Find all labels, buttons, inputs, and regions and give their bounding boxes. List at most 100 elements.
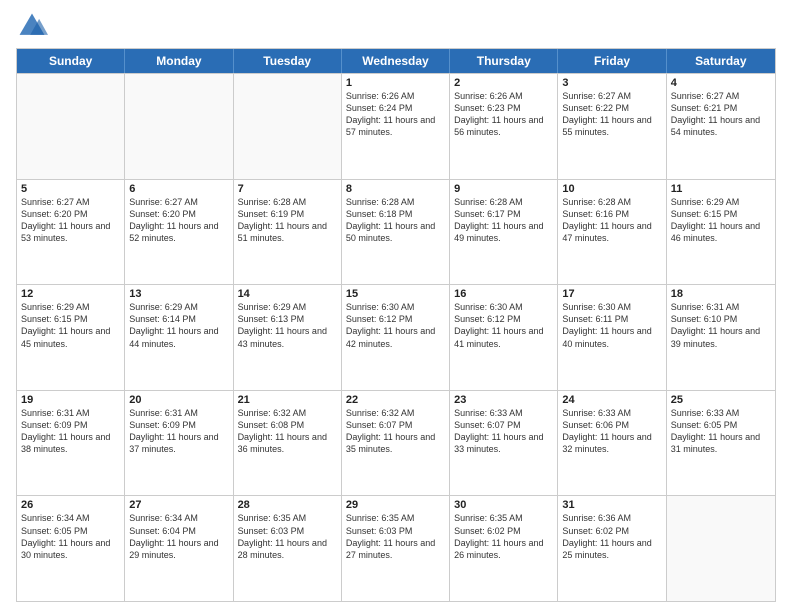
day-cell-29: 29Sunrise: 6:35 AMSunset: 6:03 PMDayligh… [342, 496, 450, 601]
day-cell-13: 13Sunrise: 6:29 AMSunset: 6:14 PMDayligh… [125, 285, 233, 390]
cell-info: Sunrise: 6:33 AMSunset: 6:06 PMDaylight:… [562, 407, 661, 456]
cell-info: Sunrise: 6:30 AMSunset: 6:12 PMDaylight:… [454, 301, 553, 350]
day-cell-15: 15Sunrise: 6:30 AMSunset: 6:12 PMDayligh… [342, 285, 450, 390]
day-number: 12 [21, 288, 120, 300]
day-number: 10 [562, 183, 661, 195]
day-cell-31: 31Sunrise: 6:36 AMSunset: 6:02 PMDayligh… [558, 496, 666, 601]
calendar-row-0: 1Sunrise: 6:26 AMSunset: 6:24 PMDaylight… [17, 73, 775, 179]
cell-info: Sunrise: 6:28 AMSunset: 6:18 PMDaylight:… [346, 196, 445, 245]
day-number: 21 [238, 394, 337, 406]
day-number: 8 [346, 183, 445, 195]
cell-info: Sunrise: 6:29 AMSunset: 6:14 PMDaylight:… [129, 301, 228, 350]
day-cell-23: 23Sunrise: 6:33 AMSunset: 6:07 PMDayligh… [450, 391, 558, 496]
cell-info: Sunrise: 6:27 AMSunset: 6:20 PMDaylight:… [129, 196, 228, 245]
cell-info: Sunrise: 6:35 AMSunset: 6:02 PMDaylight:… [454, 512, 553, 561]
day-cell-24: 24Sunrise: 6:33 AMSunset: 6:06 PMDayligh… [558, 391, 666, 496]
day-number: 15 [346, 288, 445, 300]
day-cell-19: 19Sunrise: 6:31 AMSunset: 6:09 PMDayligh… [17, 391, 125, 496]
day-cell-8: 8Sunrise: 6:28 AMSunset: 6:18 PMDaylight… [342, 180, 450, 285]
day-number: 4 [671, 77, 771, 89]
day-cell-21: 21Sunrise: 6:32 AMSunset: 6:08 PMDayligh… [234, 391, 342, 496]
day-number: 13 [129, 288, 228, 300]
calendar-body: 1Sunrise: 6:26 AMSunset: 6:24 PMDaylight… [17, 73, 775, 601]
day-cell-25: 25Sunrise: 6:33 AMSunset: 6:05 PMDayligh… [667, 391, 775, 496]
day-cell-20: 20Sunrise: 6:31 AMSunset: 6:09 PMDayligh… [125, 391, 233, 496]
day-header-thursday: Thursday [450, 49, 558, 73]
day-number: 16 [454, 288, 553, 300]
day-header-wednesday: Wednesday [342, 49, 450, 73]
day-cell-1: 1Sunrise: 6:26 AMSunset: 6:24 PMDaylight… [342, 74, 450, 179]
day-number: 31 [562, 499, 661, 511]
day-header-tuesday: Tuesday [234, 49, 342, 73]
day-number: 30 [454, 499, 553, 511]
day-cell-3: 3Sunrise: 6:27 AMSunset: 6:22 PMDaylight… [558, 74, 666, 179]
calendar-row-2: 12Sunrise: 6:29 AMSunset: 6:15 PMDayligh… [17, 284, 775, 390]
day-number: 23 [454, 394, 553, 406]
day-number: 2 [454, 77, 553, 89]
empty-cell [667, 496, 775, 601]
day-number: 6 [129, 183, 228, 195]
day-cell-7: 7Sunrise: 6:28 AMSunset: 6:19 PMDaylight… [234, 180, 342, 285]
day-number: 25 [671, 394, 771, 406]
cell-info: Sunrise: 6:29 AMSunset: 6:13 PMDaylight:… [238, 301, 337, 350]
day-header-saturday: Saturday [667, 49, 775, 73]
day-number: 26 [21, 499, 120, 511]
day-cell-14: 14Sunrise: 6:29 AMSunset: 6:13 PMDayligh… [234, 285, 342, 390]
day-cell-28: 28Sunrise: 6:35 AMSunset: 6:03 PMDayligh… [234, 496, 342, 601]
day-number: 3 [562, 77, 661, 89]
day-number: 27 [129, 499, 228, 511]
calendar: SundayMondayTuesdayWednesdayThursdayFrid… [16, 48, 776, 602]
calendar-row-1: 5Sunrise: 6:27 AMSunset: 6:20 PMDaylight… [17, 179, 775, 285]
cell-info: Sunrise: 6:32 AMSunset: 6:08 PMDaylight:… [238, 407, 337, 456]
cell-info: Sunrise: 6:29 AMSunset: 6:15 PMDaylight:… [21, 301, 120, 350]
calendar-header: SundayMondayTuesdayWednesdayThursdayFrid… [17, 49, 775, 73]
day-cell-16: 16Sunrise: 6:30 AMSunset: 6:12 PMDayligh… [450, 285, 558, 390]
day-cell-5: 5Sunrise: 6:27 AMSunset: 6:20 PMDaylight… [17, 180, 125, 285]
day-number: 1 [346, 77, 445, 89]
day-number: 20 [129, 394, 228, 406]
cell-info: Sunrise: 6:33 AMSunset: 6:05 PMDaylight:… [671, 407, 771, 456]
day-cell-12: 12Sunrise: 6:29 AMSunset: 6:15 PMDayligh… [17, 285, 125, 390]
day-number: 5 [21, 183, 120, 195]
day-cell-10: 10Sunrise: 6:28 AMSunset: 6:16 PMDayligh… [558, 180, 666, 285]
cell-info: Sunrise: 6:26 AMSunset: 6:24 PMDaylight:… [346, 90, 445, 139]
cell-info: Sunrise: 6:27 AMSunset: 6:22 PMDaylight:… [562, 90, 661, 139]
cell-info: Sunrise: 6:27 AMSunset: 6:20 PMDaylight:… [21, 196, 120, 245]
day-number: 9 [454, 183, 553, 195]
cell-info: Sunrise: 6:33 AMSunset: 6:07 PMDaylight:… [454, 407, 553, 456]
day-cell-17: 17Sunrise: 6:30 AMSunset: 6:11 PMDayligh… [558, 285, 666, 390]
day-cell-4: 4Sunrise: 6:27 AMSunset: 6:21 PMDaylight… [667, 74, 775, 179]
day-cell-18: 18Sunrise: 6:31 AMSunset: 6:10 PMDayligh… [667, 285, 775, 390]
cell-info: Sunrise: 6:34 AMSunset: 6:05 PMDaylight:… [21, 512, 120, 561]
cell-info: Sunrise: 6:30 AMSunset: 6:12 PMDaylight:… [346, 301, 445, 350]
day-number: 14 [238, 288, 337, 300]
cell-info: Sunrise: 6:32 AMSunset: 6:07 PMDaylight:… [346, 407, 445, 456]
day-number: 19 [21, 394, 120, 406]
cell-info: Sunrise: 6:28 AMSunset: 6:17 PMDaylight:… [454, 196, 553, 245]
calendar-row-4: 26Sunrise: 6:34 AMSunset: 6:05 PMDayligh… [17, 495, 775, 601]
day-header-monday: Monday [125, 49, 233, 73]
cell-info: Sunrise: 6:35 AMSunset: 6:03 PMDaylight:… [238, 512, 337, 561]
day-number: 22 [346, 394, 445, 406]
logo-icon [16, 10, 48, 42]
day-number: 7 [238, 183, 337, 195]
empty-cell [17, 74, 125, 179]
cell-info: Sunrise: 6:31 AMSunset: 6:10 PMDaylight:… [671, 301, 771, 350]
day-cell-26: 26Sunrise: 6:34 AMSunset: 6:05 PMDayligh… [17, 496, 125, 601]
day-header-friday: Friday [558, 49, 666, 73]
day-number: 24 [562, 394, 661, 406]
day-cell-11: 11Sunrise: 6:29 AMSunset: 6:15 PMDayligh… [667, 180, 775, 285]
cell-info: Sunrise: 6:26 AMSunset: 6:23 PMDaylight:… [454, 90, 553, 139]
day-cell-9: 9Sunrise: 6:28 AMSunset: 6:17 PMDaylight… [450, 180, 558, 285]
cell-info: Sunrise: 6:28 AMSunset: 6:19 PMDaylight:… [238, 196, 337, 245]
day-cell-6: 6Sunrise: 6:27 AMSunset: 6:20 PMDaylight… [125, 180, 233, 285]
day-cell-27: 27Sunrise: 6:34 AMSunset: 6:04 PMDayligh… [125, 496, 233, 601]
day-header-sunday: Sunday [17, 49, 125, 73]
day-cell-22: 22Sunrise: 6:32 AMSunset: 6:07 PMDayligh… [342, 391, 450, 496]
cell-info: Sunrise: 6:34 AMSunset: 6:04 PMDaylight:… [129, 512, 228, 561]
day-number: 29 [346, 499, 445, 511]
page: SundayMondayTuesdayWednesdayThursdayFrid… [0, 0, 792, 612]
empty-cell [125, 74, 233, 179]
day-number: 28 [238, 499, 337, 511]
cell-info: Sunrise: 6:31 AMSunset: 6:09 PMDaylight:… [21, 407, 120, 456]
